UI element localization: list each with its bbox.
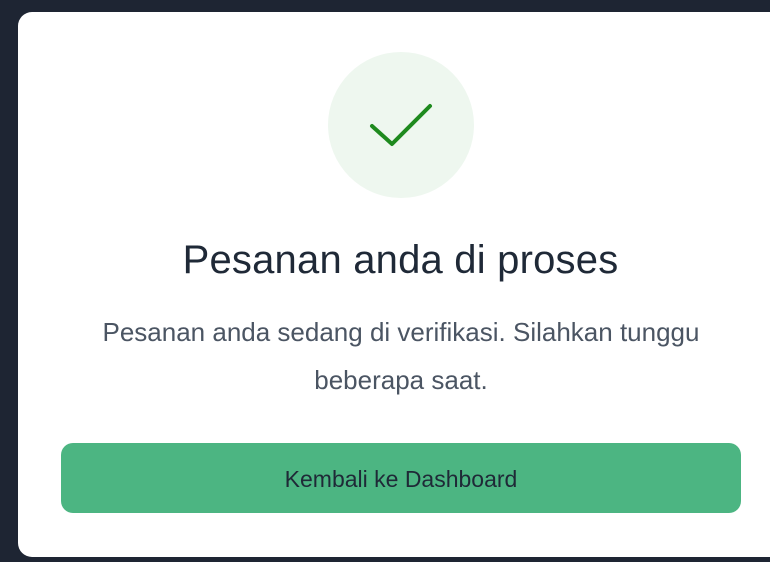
check-icon	[370, 104, 432, 146]
back-to-dashboard-button[interactable]: Kembali ke Dashboard	[61, 443, 741, 513]
success-dialog: Pesanan anda di proses Pesanan anda seda…	[18, 12, 770, 557]
dialog-message: Pesanan anda sedang di verifikasi. Silah…	[102, 317, 700, 395]
success-icon-circle	[328, 52, 474, 198]
dialog-title: Pesanan anda di proses	[182, 238, 619, 282]
page-backdrop: Pesanan anda di proses Pesanan anda seda…	[0, 0, 770, 562]
